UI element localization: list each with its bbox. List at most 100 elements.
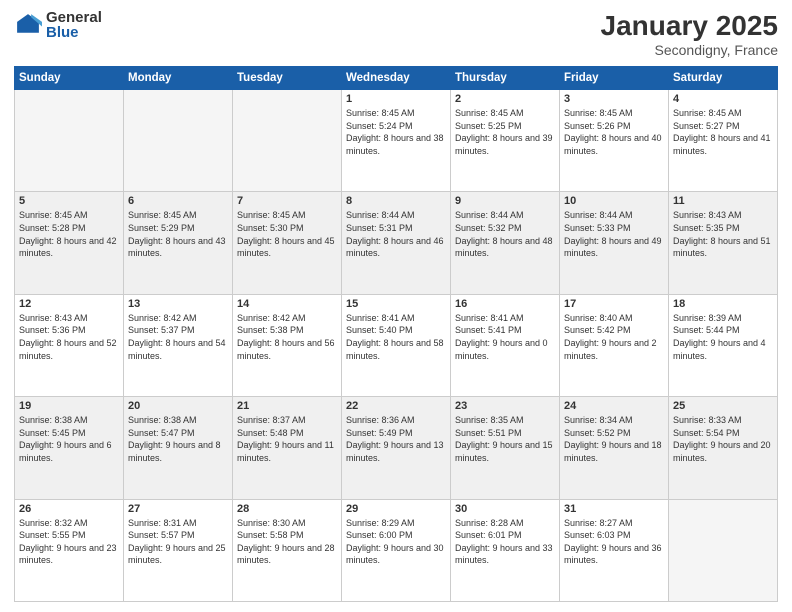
day-number: 12 [19, 298, 119, 310]
day-number: 2 [455, 93, 555, 105]
day-info: Sunrise: 8:30 AMSunset: 5:58 PMDaylight:… [237, 517, 337, 567]
main-title: January 2025 [601, 10, 778, 42]
day-number: 18 [673, 298, 773, 310]
day-info: Sunrise: 8:45 AMSunset: 5:26 PMDaylight:… [564, 107, 664, 157]
day-number: 11 [673, 195, 773, 207]
day-cell: 15Sunrise: 8:41 AMSunset: 5:40 PMDayligh… [342, 294, 451, 396]
day-info: Sunrise: 8:45 AMSunset: 5:27 PMDaylight:… [673, 107, 773, 157]
day-number: 28 [237, 503, 337, 515]
day-number: 26 [19, 503, 119, 515]
col-friday: Friday [560, 67, 669, 90]
day-cell: 20Sunrise: 8:38 AMSunset: 5:47 PMDayligh… [124, 397, 233, 499]
day-info: Sunrise: 8:42 AMSunset: 5:37 PMDaylight:… [128, 312, 228, 362]
week-row-4: 19 Sunrise: 8:38 AMSunset: 5:45 PMDayligh… [15, 397, 778, 499]
day-info: Sunrise: 8:45 AMSunset: 5:30 PMDaylight:… [237, 209, 337, 259]
day-info: Sunrise: 8:28 AMSunset: 6:01 PMDaylight:… [455, 517, 555, 567]
col-thursday: Thursday [451, 67, 560, 90]
col-tuesday: Tuesday [233, 67, 342, 90]
day-info: Sunrise: 8:40 AMSunset: 5:42 PMDaylight:… [564, 312, 664, 362]
day-number: 30 [455, 503, 555, 515]
day-cell: 1Sunrise: 8:45 AMSunset: 5:24 PMDaylight… [342, 90, 451, 192]
day-cell: 22 Sunrise: 8:36 AMSunset: 5:49 PMDayligh… [342, 397, 451, 499]
day-info: Sunrise: 8:43 AMSunset: 5:35 PMDaylight:… [673, 209, 773, 259]
day-cell: 11 Sunrise: 8:43 AMSunset: 5:35 PMDayligh… [669, 192, 778, 294]
day-cell: 12 Sunrise: 8:43 AMSunset: 5:36 PMDayligh… [15, 294, 124, 396]
day-cell: 26Sunrise: 8:32 AMSunset: 5:55 PMDayligh… [15, 499, 124, 601]
day-number: 4 [673, 93, 773, 105]
day-cell: 6 Sunrise: 8:45 AMSunset: 5:29 PMDaylight… [124, 192, 233, 294]
day-number: 13 [128, 298, 228, 310]
day-info: Sunrise: 8:27 AMSunset: 6:03 PMDaylight:… [564, 517, 664, 567]
day-number: 6 [128, 195, 228, 207]
day-cell: 19 Sunrise: 8:38 AMSunset: 5:45 PMDayligh… [15, 397, 124, 499]
day-number: 9 [455, 195, 555, 207]
day-cell: 9 Sunrise: 8:44 AMSunset: 5:32 PMDaylight… [451, 192, 560, 294]
col-wednesday: Wednesday [342, 67, 451, 90]
day-cell: 4 Sunrise: 8:45 AMSunset: 5:27 PMDaylight… [669, 90, 778, 192]
day-cell [124, 90, 233, 192]
day-number: 14 [237, 298, 337, 310]
day-number: 31 [564, 503, 664, 515]
calendar-table: Sunday Monday Tuesday Wednesday Thursday… [14, 66, 778, 602]
day-info: Sunrise: 8:45 AMSunset: 5:29 PMDaylight:… [128, 209, 228, 259]
logo-general-text: General [46, 10, 102, 25]
day-number: 17 [564, 298, 664, 310]
day-number: 7 [237, 195, 337, 207]
subtitle: Secondigny, France [601, 42, 778, 58]
day-cell: 31 Sunrise: 8:27 AMSunset: 6:03 PMDayligh… [560, 499, 669, 601]
day-number: 25 [673, 400, 773, 412]
day-info: Sunrise: 8:33 AMSunset: 5:54 PMDaylight:… [673, 414, 773, 464]
day-cell: 28 Sunrise: 8:30 AMSunset: 5:58 PMDayligh… [233, 499, 342, 601]
calendar-header-row: Sunday Monday Tuesday Wednesday Thursday… [15, 67, 778, 90]
day-number: 8 [346, 195, 446, 207]
day-info: Sunrise: 8:45 AMSunset: 5:25 PMDaylight:… [455, 107, 555, 157]
day-cell: 3 Sunrise: 8:45 AMSunset: 5:26 PMDaylight… [560, 90, 669, 192]
day-cell: 8 Sunrise: 8:44 AMSunset: 5:31 PMDaylight… [342, 192, 451, 294]
day-cell: 18 Sunrise: 8:39 AMSunset: 5:44 PMDayligh… [669, 294, 778, 396]
day-info: Sunrise: 8:36 AMSunset: 5:49 PMDaylight:… [346, 414, 446, 464]
day-info: Sunrise: 8:44 AMSunset: 5:32 PMDaylight:… [455, 209, 555, 259]
day-number: 19 [19, 400, 119, 412]
day-info: Sunrise: 8:42 AMSunset: 5:38 PMDaylight:… [237, 312, 337, 362]
header: General Blue January 2025 Secondigny, Fr… [14, 10, 778, 58]
col-monday: Monday [124, 67, 233, 90]
day-cell: 30 Sunrise: 8:28 AMSunset: 6:01 PMDayligh… [451, 499, 560, 601]
day-info: Sunrise: 8:34 AMSunset: 5:52 PMDaylight:… [564, 414, 664, 464]
day-info: Sunrise: 8:38 AMSunset: 5:45 PMDaylight:… [19, 414, 119, 464]
day-info: Sunrise: 8:35 AMSunset: 5:51 PMDaylight:… [455, 414, 555, 464]
week-row-3: 12 Sunrise: 8:43 AMSunset: 5:36 PMDayligh… [15, 294, 778, 396]
day-cell: 2 Sunrise: 8:45 AMSunset: 5:25 PMDaylight… [451, 90, 560, 192]
day-info: Sunrise: 8:37 AMSunset: 5:48 PMDaylight:… [237, 414, 337, 464]
day-cell: 10Sunrise: 8:44 AMSunset: 5:33 PMDayligh… [560, 192, 669, 294]
day-number: 23 [455, 400, 555, 412]
day-number: 20 [128, 400, 228, 412]
day-number: 5 [19, 195, 119, 207]
title-block: January 2025 Secondigny, France [601, 10, 778, 58]
col-sunday: Sunday [15, 67, 124, 90]
logo-icon [14, 11, 42, 39]
day-cell: 5 Sunrise: 8:45 AMSunset: 5:28 PMDaylight… [15, 192, 124, 294]
day-info: Sunrise: 8:39 AMSunset: 5:44 PMDaylight:… [673, 312, 773, 362]
week-row-2: 5 Sunrise: 8:45 AMSunset: 5:28 PMDaylight… [15, 192, 778, 294]
day-cell: 21Sunrise: 8:37 AMSunset: 5:48 PMDayligh… [233, 397, 342, 499]
day-number: 27 [128, 503, 228, 515]
day-cell [15, 90, 124, 192]
day-number: 1 [346, 93, 446, 105]
day-cell: 14 Sunrise: 8:42 AMSunset: 5:38 PMDayligh… [233, 294, 342, 396]
day-info: Sunrise: 8:45 AMSunset: 5:28 PMDaylight:… [19, 209, 119, 259]
logo-blue-text: Blue [46, 25, 102, 40]
day-number: 24 [564, 400, 664, 412]
col-saturday: Saturday [669, 67, 778, 90]
day-cell [233, 90, 342, 192]
day-number: 22 [346, 400, 446, 412]
day-number: 3 [564, 93, 664, 105]
week-row-1: 1Sunrise: 8:45 AMSunset: 5:24 PMDaylight… [15, 90, 778, 192]
day-cell: 16Sunrise: 8:41 AMSunset: 5:41 PMDayligh… [451, 294, 560, 396]
day-info: Sunrise: 8:41 AMSunset: 5:40 PMDaylight:… [346, 312, 446, 362]
day-info: Sunrise: 8:43 AMSunset: 5:36 PMDaylight:… [19, 312, 119, 362]
logo-text: General Blue [46, 10, 102, 40]
day-cell: 25 Sunrise: 8:33 AMSunset: 5:54 PMDayligh… [669, 397, 778, 499]
day-info: Sunrise: 8:31 AMSunset: 5:57 PMDaylight:… [128, 517, 228, 567]
day-cell: 7 Sunrise: 8:45 AMSunset: 5:30 PMDaylight… [233, 192, 342, 294]
day-info: Sunrise: 8:44 AMSunset: 5:31 PMDaylight:… [346, 209, 446, 259]
